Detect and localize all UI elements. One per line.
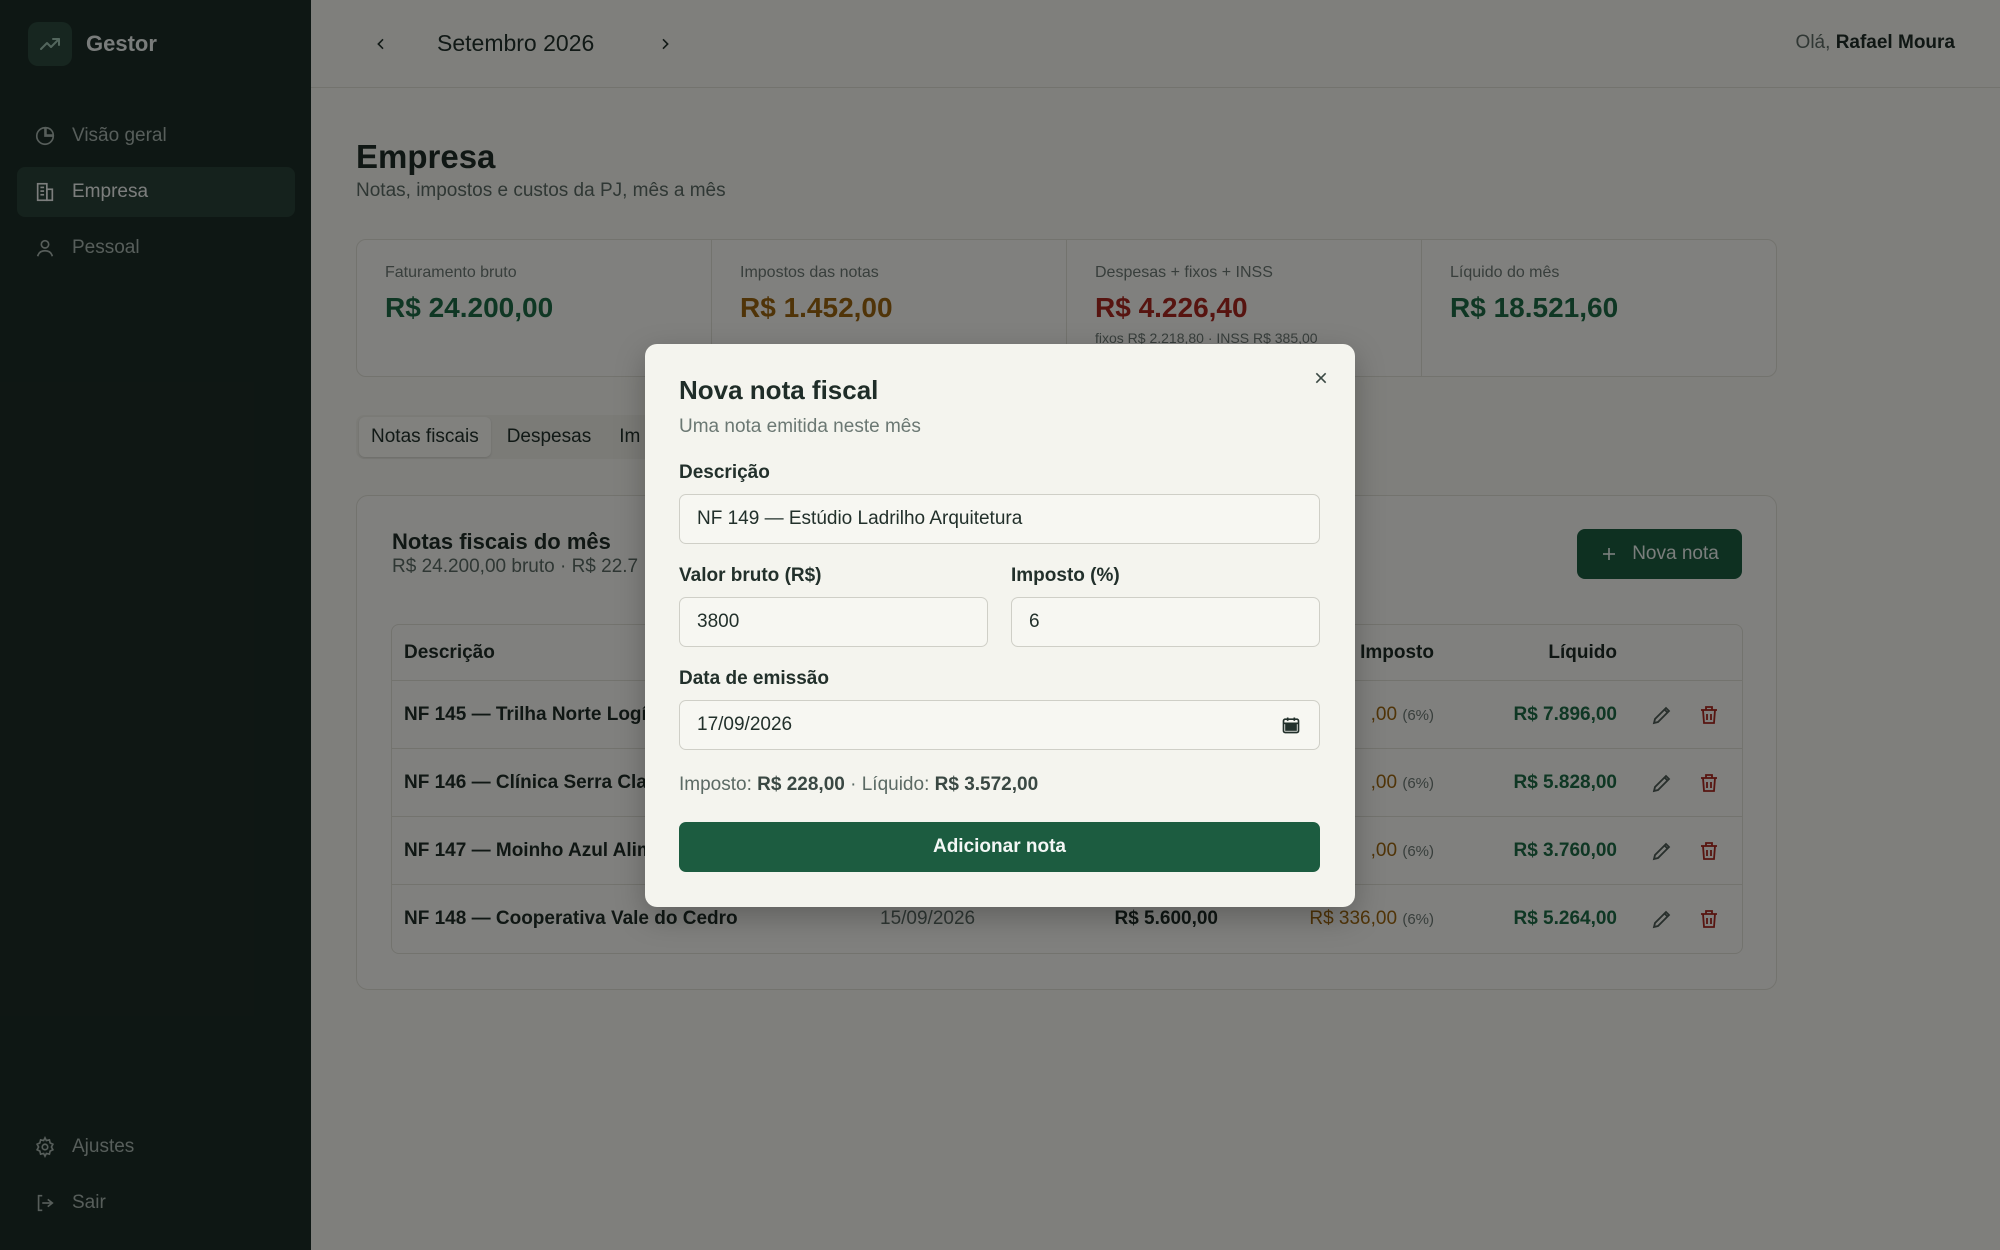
nota-summary: Imposto: R$ 228,00 · Líquido: R$ 3.572,0… <box>679 774 1038 796</box>
summary-liquido-label: Líquido: <box>861 774 930 795</box>
dialog-title: Nova nota fiscal <box>679 375 879 405</box>
calendar-icon[interactable] <box>1281 715 1301 735</box>
imposto-label: Imposto (%) <box>1011 565 1120 586</box>
valor-bruto-input[interactable]: 3800 <box>679 597 988 647</box>
data-emissao-input[interactable]: 17/09/2026 <box>679 700 1320 750</box>
summary-imposto: R$ 228,00 <box>757 774 845 795</box>
dialog-subtitle: Uma nota emitida neste mês <box>679 416 921 437</box>
imposto-input[interactable]: 6 <box>1011 597 1320 647</box>
nova-nota-dialog: Nova nota fiscal Uma nota emitida neste … <box>645 344 1355 907</box>
valor-bruto-label: Valor bruto (R$) <box>679 565 822 586</box>
data-emissao-label: Data de emissão <box>679 668 829 689</box>
date-value: 17/09/2026 <box>697 714 793 735</box>
summary-separator: · <box>850 774 857 795</box>
descricao-label: Descrição <box>679 462 770 483</box>
close-icon[interactable] <box>1309 366 1333 390</box>
summary-imposto-label: Imposto: <box>679 774 752 795</box>
summary-liquido: R$ 3.572,00 <box>934 774 1039 795</box>
descricao-input[interactable]: NF 149 — Estúdio Ladrilho Arquitetura <box>679 494 1320 544</box>
adicionar-nota-button[interactable]: Adicionar nota <box>679 822 1320 872</box>
